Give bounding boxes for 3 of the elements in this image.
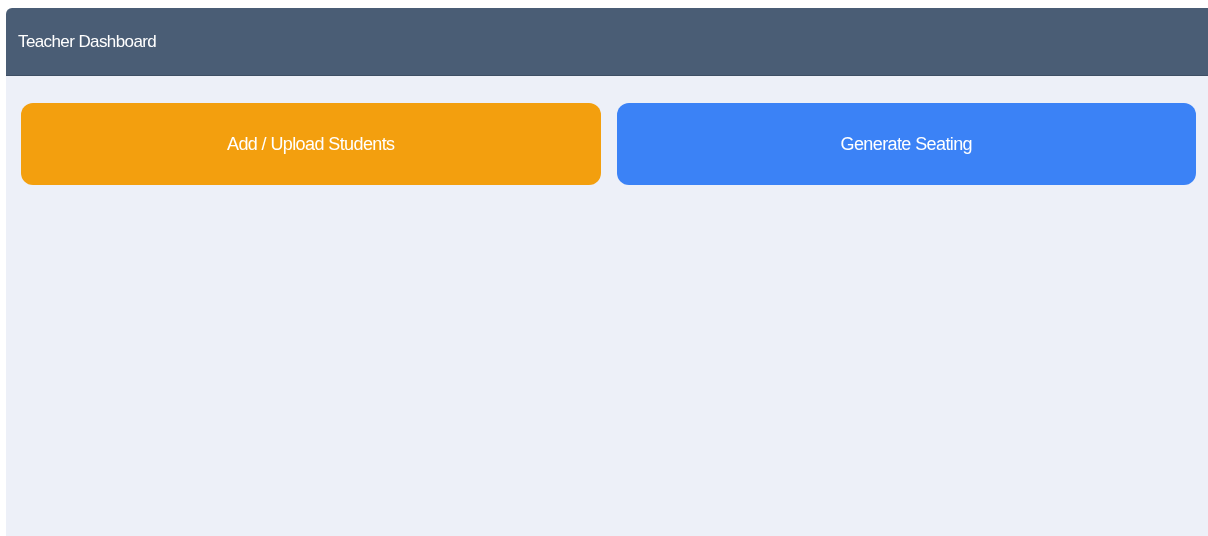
page-title: Teacher Dashboard	[18, 31, 157, 52]
action-button[interactable]: Generate Seating	[616, 103, 1196, 185]
action-button[interactable]: Add / Upload Students	[21, 103, 601, 185]
